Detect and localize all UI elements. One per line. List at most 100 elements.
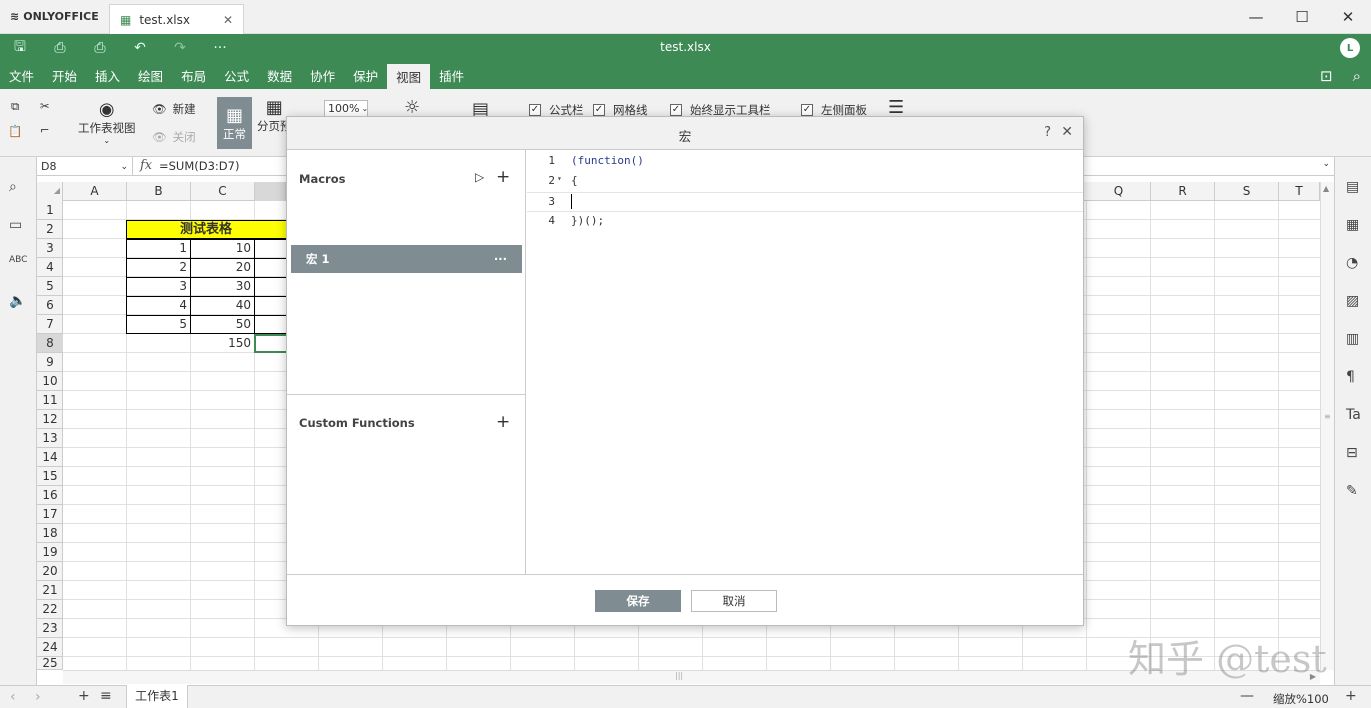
add-sheet-icon[interactable]: + bbox=[78, 688, 90, 704]
menu-home[interactable]: 开始 bbox=[43, 62, 86, 89]
cell-c6[interactable]: 40 bbox=[190, 296, 254, 315]
column-header[interactable]: A bbox=[63, 182, 127, 201]
close-window-button[interactable]: ✕ bbox=[1325, 0, 1371, 34]
row-header[interactable]: 2 bbox=[37, 220, 63, 239]
comment-icon[interactable]: ▭ bbox=[9, 217, 22, 233]
cell-b4[interactable]: 2 bbox=[126, 258, 190, 277]
text-art-icon[interactable]: Ta bbox=[1346, 407, 1361, 423]
menu-draw[interactable]: 绘图 bbox=[129, 62, 172, 89]
row-header[interactable]: 23 bbox=[37, 619, 63, 638]
copy-icon[interactable]: ⧉ bbox=[11, 99, 19, 114]
row-header[interactable]: 6 bbox=[37, 296, 63, 315]
macro-list-item[interactable]: 宏 1 ··· bbox=[291, 245, 522, 273]
expand-formula-icon[interactable]: ⌄ bbox=[1322, 159, 1330, 169]
pivot-settings-icon[interactable]: ⊟ bbox=[1346, 445, 1358, 461]
row-header[interactable]: 1 bbox=[37, 201, 63, 220]
row-header[interactable]: 20 bbox=[37, 562, 63, 581]
column-header[interactable]: C bbox=[191, 182, 255, 201]
column-header[interactable]: T bbox=[1279, 182, 1320, 201]
cell-c7[interactable]: 50 bbox=[190, 315, 254, 334]
menu-collaborate[interactable]: 协作 bbox=[301, 62, 344, 89]
cell-c5[interactable]: 30 bbox=[190, 277, 254, 296]
maximize-button[interactable]: ☐ bbox=[1279, 0, 1325, 34]
run-macro-icon[interactable]: ▷ bbox=[475, 170, 484, 184]
column-header[interactable]: R bbox=[1151, 182, 1215, 201]
row-header[interactable]: 14 bbox=[37, 448, 63, 467]
cell-b6[interactable]: 4 bbox=[126, 296, 190, 315]
column-header[interactable]: B bbox=[127, 182, 191, 201]
row-header[interactable]: 25 bbox=[37, 657, 63, 670]
row-header[interactable]: 7 bbox=[37, 315, 63, 334]
close-view-button[interactable]: 👁 关闭 bbox=[152, 129, 196, 145]
cell-b7[interactable]: 5 bbox=[126, 315, 190, 334]
row-header[interactable]: 11 bbox=[37, 391, 63, 410]
cut-icon[interactable]: ✂ bbox=[40, 99, 50, 113]
paragraph-icon[interactable]: ¶ bbox=[1346, 369, 1355, 385]
menu-view[interactable]: 视图 bbox=[387, 64, 431, 89]
open-location-icon[interactable]: ⊡ bbox=[1320, 67, 1333, 85]
row-header[interactable]: 10 bbox=[37, 372, 63, 391]
sheet-list-icon[interactable]: ≡ bbox=[100, 688, 112, 704]
column-header[interactable]: Q bbox=[1087, 182, 1151, 201]
interface-icon[interactable]: ☰ bbox=[888, 97, 904, 118]
vertical-scrollbar[interactable]: ▲ ≡ bbox=[1320, 182, 1334, 670]
row-header[interactable]: 16 bbox=[37, 486, 63, 505]
zoom-select[interactable]: 100% ⌄ bbox=[324, 100, 368, 117]
scroll-thumb[interactable]: ||| bbox=[675, 671, 683, 680]
menu-insert[interactable]: 插入 bbox=[86, 62, 129, 89]
speaker-icon[interactable]: 🔈 bbox=[9, 293, 26, 309]
column-header-d[interactable] bbox=[255, 182, 286, 201]
close-tab-icon[interactable]: ✕ bbox=[223, 13, 233, 27]
search-icon[interactable]: ⌕ bbox=[1353, 67, 1361, 85]
cell-c4[interactable]: 20 bbox=[190, 258, 254, 277]
fx-icon[interactable]: fx bbox=[140, 158, 152, 173]
menu-formula[interactable]: 公式 bbox=[215, 62, 258, 89]
zoom-in-icon[interactable]: + bbox=[1345, 688, 1357, 704]
image-settings-icon[interactable]: ▨ bbox=[1346, 293, 1359, 309]
row-header[interactable]: 5 bbox=[37, 277, 63, 296]
minimize-button[interactable]: — bbox=[1233, 0, 1279, 34]
cell-name-box[interactable]: D8 ⌄ bbox=[37, 157, 133, 176]
document-tab[interactable]: ▦ test.xlsx ✕ bbox=[109, 4, 244, 34]
macro-more-icon[interactable]: ··· bbox=[494, 252, 507, 266]
save-button[interactable]: 保存 bbox=[595, 590, 681, 612]
close-icon[interactable]: ✕ bbox=[1061, 124, 1073, 140]
table-settings-icon[interactable]: ▦ bbox=[1346, 217, 1359, 233]
theme-icon[interactable]: ☼ bbox=[404, 97, 420, 118]
row-header[interactable]: 4 bbox=[37, 258, 63, 277]
cell-b3[interactable]: 1 bbox=[126, 239, 190, 258]
add-macro-icon[interactable]: + bbox=[496, 167, 510, 187]
scroll-up-icon[interactable]: ▲ bbox=[1323, 184, 1329, 193]
row-header[interactable]: 8 bbox=[37, 334, 63, 353]
select-all-corner[interactable]: ◢ bbox=[37, 182, 63, 201]
row-header[interactable]: 15 bbox=[37, 467, 63, 486]
sheet-tab[interactable]: 工作表1 bbox=[126, 685, 188, 708]
cell-b5[interactable]: 3 bbox=[126, 277, 190, 296]
menu-file[interactable]: 文件 bbox=[0, 62, 43, 89]
paste-icon[interactable]: 📋 bbox=[8, 124, 22, 138]
cell-settings-icon[interactable]: ▤ bbox=[1346, 179, 1359, 195]
cell-c8-total[interactable]: 150 bbox=[190, 334, 254, 353]
prev-sheet-icon[interactable]: ‹ bbox=[10, 689, 16, 705]
signature-icon[interactable]: ✎ bbox=[1346, 483, 1358, 499]
menu-layout[interactable]: 布局 bbox=[172, 62, 215, 89]
add-function-icon[interactable]: + bbox=[496, 412, 510, 432]
chart-settings-icon[interactable]: ▥ bbox=[1346, 331, 1359, 347]
row-header[interactable]: 21 bbox=[37, 581, 63, 600]
scroll-thumb[interactable]: ≡ bbox=[1324, 412, 1332, 432]
cell-c3[interactable]: 10 bbox=[190, 239, 254, 258]
row-header[interactable]: 3 bbox=[37, 239, 63, 258]
spellcheck-icon[interactable]: ABC bbox=[9, 255, 27, 265]
row-header[interactable]: 13 bbox=[37, 429, 63, 448]
format-painter-icon[interactable]: ⌐ bbox=[40, 123, 50, 137]
sheet-view-button[interactable]: ◉ 工作表视图 ⌄ bbox=[78, 99, 136, 145]
menu-protect[interactable]: 保护 bbox=[344, 62, 387, 89]
formula-input[interactable]: =SUM(D3:D7) bbox=[159, 159, 239, 173]
avatar[interactable]: L bbox=[1340, 38, 1360, 58]
row-header[interactable]: 22 bbox=[37, 600, 63, 619]
cancel-button[interactable]: 取消 bbox=[691, 590, 777, 612]
row-header[interactable]: 18 bbox=[37, 524, 63, 543]
help-icon[interactable]: ? bbox=[1044, 125, 1051, 140]
code-editor[interactable]: 1 2 ▾ 3 4 (function() { })(); bbox=[527, 150, 1083, 574]
shape-settings-icon[interactable]: ◔ bbox=[1346, 255, 1358, 271]
